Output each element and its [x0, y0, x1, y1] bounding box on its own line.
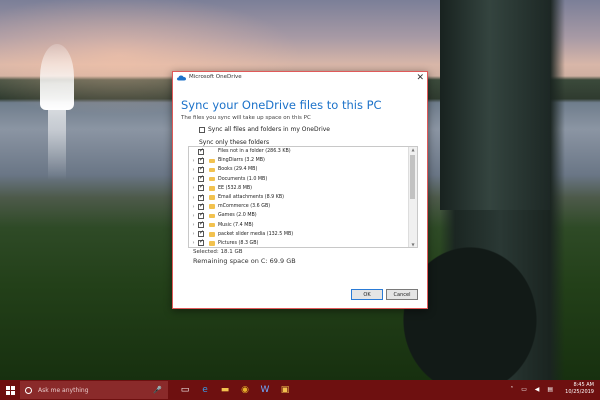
folder-label: BingDiarrs (3.2 MB): [218, 158, 265, 164]
start-button[interactable]: [0, 380, 20, 400]
folder-icon: [209, 213, 215, 219]
folder-label: Files not in a folder (286.3 KB): [218, 149, 291, 155]
onedrive-dialog: Microsoft OneDrive ✕ Sync your OneDrive …: [172, 71, 428, 309]
expand-chevron-icon[interactable]: ›: [189, 222, 198, 228]
onedrive-cloud-icon: [177, 75, 186, 81]
folder-icon: [209, 204, 215, 209]
sync-all-option[interactable]: Sync all files and folders in my OneDriv…: [199, 126, 330, 133]
expand-chevron-icon[interactable]: ›: [189, 158, 198, 164]
close-icon[interactable]: ✕: [416, 72, 424, 84]
folder-label: Books (29.4 MB): [218, 167, 258, 173]
expand-chevron-icon[interactable]: ›: [189, 204, 198, 210]
folder-label: packet slider media (132.5 MB): [218, 231, 294, 237]
folder-checkbox[interactable]: [198, 202, 204, 210]
folder-icon: [209, 186, 215, 191]
app-title: Microsoft OneDrive: [189, 74, 242, 80]
ok-button[interactable]: OK: [351, 289, 383, 300]
folder-row[interactable]: › Music (7.4 MB): [189, 220, 417, 230]
edge-browser-icon[interactable]: e: [198, 383, 212, 397]
folder-icon: [209, 176, 215, 182]
folder-checkbox[interactable]: [198, 220, 204, 229]
dialog-heading: Sync your OneDrive files to this PC: [181, 98, 382, 112]
expand-chevron-icon[interactable]: ›: [189, 213, 198, 219]
folder-checkbox[interactable]: [198, 238, 204, 247]
folder-row[interactable]: › Email attachments (8.9 KB): [189, 193, 417, 202]
fountain-reflection: [48, 110, 66, 180]
folder-row[interactable]: › Books (29.4 MB): [189, 165, 417, 174]
selected-size: Selected: 18.1 GB: [193, 249, 243, 255]
sync-only-label: Sync only these folders: [199, 139, 270, 146]
folder-row[interactable]: › Pictures (8.3 GB): [189, 238, 417, 247]
microphone-icon[interactable]: 🎤: [153, 386, 162, 394]
folder-row[interactable]: › packet slider media (132.5 MB): [189, 229, 417, 239]
folder-checkbox[interactable]: [198, 229, 204, 238]
folder-label: Music (7.4 MB): [218, 222, 254, 228]
dialog-subtitle: The files you sync will take up space on…: [181, 115, 311, 121]
folder-row[interactable]: › BingDiarrs (3.2 MB): [189, 156, 417, 165]
folder-icon: [209, 222, 215, 228]
expand-chevron-icon[interactable]: ›: [189, 240, 198, 246]
expand-chevron-icon[interactable]: ›: [189, 185, 198, 191]
folder-checkbox[interactable]: [198, 183, 204, 192]
folder-icon: [209, 158, 215, 164]
folder-icon: [209, 167, 215, 173]
folder-row[interactable]: › mCommerce (3.6 GB): [189, 202, 417, 211]
titlebar: Microsoft OneDrive ✕: [173, 72, 427, 86]
sync-all-checkbox[interactable]: [199, 126, 205, 133]
folder-row[interactable]: › EE (532.8 MB): [189, 183, 417, 193]
clock-date: 10/25/2019: [565, 389, 594, 395]
folder-label: Games (2.0 MB): [218, 213, 257, 219]
sync-all-label: Sync all files and folders in my OneDriv…: [208, 126, 330, 133]
windows-logo-icon: [5, 385, 15, 395]
scroll-down-icon[interactable]: ▼: [409, 242, 417, 247]
system-tray-icons[interactable]: ˄ ▭ ◀ ▤: [510, 386, 556, 393]
folder-label: Pictures (8.3 GB): [218, 240, 259, 246]
clock-time: 8:45 AM: [573, 382, 594, 388]
fountain-image: [40, 44, 74, 110]
task-view-icon[interactable]: ▭: [178, 383, 192, 397]
clock[interactable]: 8:45 AM 10/25/2019: [565, 382, 594, 396]
expand-chevron-icon[interactable]: ›: [189, 195, 198, 201]
folder-label: EE (532.8 MB): [218, 185, 253, 191]
folder-checkbox[interactable]: [198, 211, 204, 219]
folder-row[interactable]: Files not in a folder (286.3 KB): [189, 147, 417, 156]
folder-checkbox[interactable]: [198, 165, 204, 173]
lamp-post-column: [440, 0, 550, 210]
folder-checkbox[interactable]: [198, 174, 204, 183]
remaining-space: Remaining space on C: 69.9 GB: [193, 257, 296, 265]
taskbar-search-box[interactable]: Ask me anything 🎤: [20, 381, 168, 399]
paint-app-icon[interactable]: ▣: [278, 383, 292, 397]
word-app-icon[interactable]: W: [258, 383, 272, 397]
folder-checkbox[interactable]: [198, 147, 204, 155]
scrollbar-thumb[interactable]: [410, 155, 415, 199]
folder-row[interactable]: › Documents (1.0 MB): [189, 174, 417, 184]
folder-tree-scrollbar[interactable]: ▲ ▼: [408, 147, 417, 247]
folder-label: mCommerce (3.6 GB): [218, 204, 271, 210]
folder-label: Documents (1.0 MB): [218, 176, 268, 182]
scroll-up-icon[interactable]: ▲: [409, 147, 417, 152]
folder-icon: [209, 232, 215, 237]
taskbar: Ask me anything 🎤 ▭ e ▬ ◉ W ▣ ˄ ▭ ◀ ▤ 8:…: [0, 380, 600, 400]
expand-chevron-icon[interactable]: ›: [189, 231, 198, 237]
search-placeholder: Ask me anything: [38, 386, 89, 394]
chrome-browser-icon[interactable]: ◉: [238, 383, 252, 397]
file-explorer-icon[interactable]: ▬: [218, 383, 232, 397]
folder-icon: [209, 241, 215, 246]
expand-chevron-icon[interactable]: ›: [189, 176, 198, 182]
cancel-button[interactable]: Cancel: [386, 289, 418, 300]
expand-chevron-icon[interactable]: ›: [189, 167, 198, 173]
folder-row[interactable]: › Games (2.0 MB): [189, 211, 417, 220]
folder-icon: [209, 149, 215, 154]
folder-checkbox[interactable]: [198, 193, 204, 201]
folder-tree[interactable]: Files not in a folder (286.3 KB) › BingDia…: [188, 146, 418, 248]
folder-icon: [209, 195, 215, 200]
cortana-icon: [25, 386, 32, 394]
folder-label: Email attachments (8.9 KB): [218, 195, 285, 201]
folder-checkbox[interactable]: [198, 156, 204, 164]
